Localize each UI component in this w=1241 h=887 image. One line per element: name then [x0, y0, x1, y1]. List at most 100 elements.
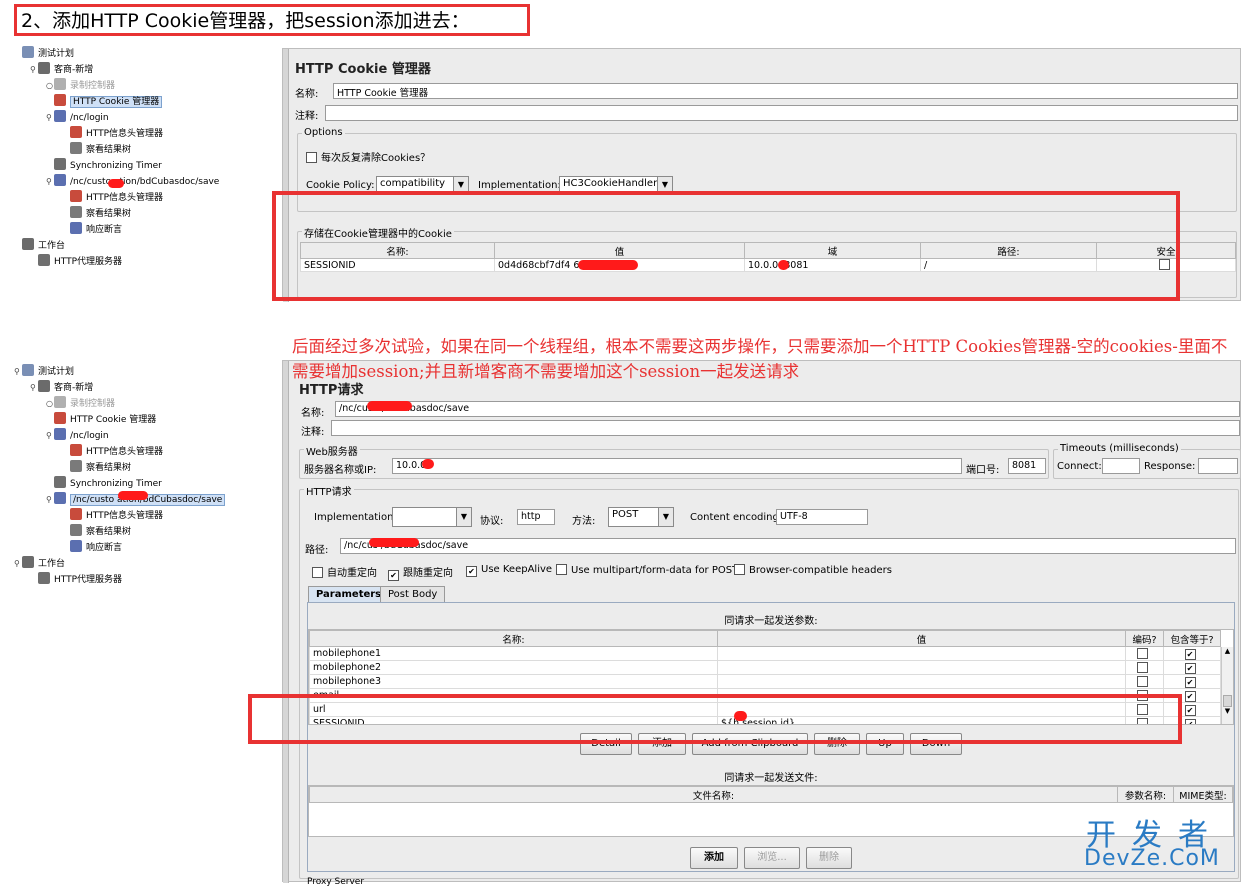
- checkbox-icon: ✔: [1184, 705, 1196, 716]
- param-encode-cell[interactable]: [1125, 674, 1164, 689]
- web-server-label: Web服务器: [304, 443, 360, 458]
- tree-node[interactable]: 察看结果树: [14, 524, 264, 540]
- param-include-cell[interactable]: ✔: [1163, 660, 1221, 675]
- option-checkbox[interactable]: Use multipart/form-data for POST: [556, 564, 738, 576]
- port-label: 端口号:: [966, 465, 1000, 476]
- tree-toggle-icon[interactable]: ⚲: [46, 174, 54, 190]
- tab-post-body[interactable]: Post Body: [380, 586, 446, 602]
- scroll-thumb[interactable]: [1223, 695, 1232, 707]
- cookie-policy-value: compatibility: [380, 178, 446, 189]
- tree-node[interactable]: 察看结果树: [14, 460, 264, 476]
- tree-toggle-icon[interactable]: ⚲: [14, 364, 22, 380]
- tree-toggle-icon[interactable]: ⚲: [30, 380, 38, 396]
- tree-node[interactable]: 响应断言: [14, 540, 264, 556]
- method-select[interactable]: POST ▼: [608, 507, 674, 527]
- tree-node[interactable]: HTTP代理服务器: [14, 254, 264, 270]
- header-manager-icon: [70, 190, 82, 202]
- option-checkbox[interactable]: Browser-compatible headers: [734, 564, 892, 576]
- cookie-comment-input[interactable]: [325, 105, 1238, 121]
- encoding-input[interactable]: UTF-8: [776, 509, 868, 525]
- panel-splitter[interactable]: [283, 361, 289, 883]
- param-encode-cell[interactable]: [1125, 660, 1164, 675]
- tree-node[interactable]: ⚲ 客商-新增: [14, 62, 264, 78]
- param-name-cell[interactable]: mobilephone2: [309, 660, 718, 675]
- param-value-cell[interactable]: [717, 660, 1126, 675]
- tree-node[interactable]: ⚲ 客商-新增: [14, 380, 264, 396]
- http-comment-input[interactable]: [331, 420, 1240, 436]
- http-name-input[interactable]: /nc/cus n/bdCubasdoc/save: [335, 401, 1240, 417]
- column-mime-type[interactable]: MIME类型:: [1173, 786, 1233, 803]
- param-include-cell[interactable]: ✔: [1163, 674, 1221, 689]
- tree-node[interactable]: Synchronizing Timer: [14, 476, 264, 492]
- tree-node[interactable]: HTTP信息头管理器: [14, 444, 264, 460]
- column-include-equals[interactable]: 包含等于?: [1163, 630, 1221, 647]
- tree-toggle-icon[interactable]: ○: [46, 396, 54, 412]
- param-encode-cell[interactable]: [1125, 646, 1164, 661]
- tree-node[interactable]: ⚲ 测试计划: [14, 364, 264, 380]
- option-checkbox[interactable]: 自动重定向: [312, 564, 377, 579]
- files-title: 同请求一起发送文件:: [724, 773, 818, 784]
- tab-parameters[interactable]: Parameters: [308, 586, 390, 602]
- tree-node-label: Synchronizing Timer: [70, 161, 162, 171]
- tree-node[interactable]: HTTP代理服务器: [14, 572, 264, 588]
- table-row[interactable]: mobilephone1 ✔: [309, 646, 1221, 661]
- column-param-name[interactable]: 参数名称:: [1117, 786, 1174, 803]
- tree-node[interactable]: HTTP Cookie 管理器: [14, 94, 264, 110]
- column-name[interactable]: 名称:: [309, 630, 718, 647]
- cookie-name-input[interactable]: HTTP Cookie 管理器: [333, 83, 1238, 99]
- tree-toggle-icon[interactable]: ⚲: [46, 492, 54, 508]
- param-name-cell[interactable]: mobilephone3: [309, 674, 718, 689]
- browse-file-button[interactable]: 浏览...: [744, 847, 800, 869]
- clear-each-iteration-checkbox[interactable]: 每次反复清除Cookies？: [306, 149, 430, 164]
- tree-node[interactable]: HTTP Cookie 管理器: [14, 412, 264, 428]
- protocol-input[interactable]: http: [517, 509, 555, 525]
- tree-node[interactable]: Synchronizing Timer: [14, 158, 264, 174]
- params-scrollbar[interactable]: ▲ ▼: [1221, 647, 1233, 724]
- tree-node[interactable]: 工作台: [14, 238, 264, 254]
- options-label: Options: [302, 127, 345, 138]
- tree-toggle-icon[interactable]: ⚲: [14, 556, 22, 572]
- http-request-panel: HTTP请求 名称: /nc/cus n/bdCubasdoc/save 注释:…: [282, 360, 1241, 887]
- http-impl-select[interactable]: ▼: [392, 507, 472, 527]
- option-checkbox[interactable]: ✔ Use KeepAlive: [466, 564, 552, 577]
- table-row[interactable]: mobilephone3 ✔: [309, 674, 1221, 689]
- tree-toggle-icon[interactable]: ⚲: [46, 110, 54, 126]
- tree-node[interactable]: ⚲ /nc/login: [14, 428, 264, 444]
- tree-toggle-icon[interactable]: ○: [46, 78, 54, 94]
- column-encode[interactable]: 编码?: [1125, 630, 1164, 647]
- tree-node[interactable]: ⚲ 工作台: [14, 556, 264, 572]
- param-value-cell[interactable]: [717, 646, 1126, 661]
- scroll-up-icon[interactable]: ▲: [1222, 647, 1233, 655]
- tree-node[interactable]: HTTP信息头管理器: [14, 190, 264, 206]
- tree-node[interactable]: ○ 录制控制器: [14, 396, 264, 412]
- param-value-cell[interactable]: [717, 674, 1126, 689]
- column-filename[interactable]: 文件名称:: [309, 786, 1118, 803]
- column-value[interactable]: 值: [717, 630, 1126, 647]
- tree-node[interactable]: ⚲ /nc/login: [14, 110, 264, 126]
- connect-timeout-input[interactable]: [1102, 458, 1140, 474]
- tree-node[interactable]: ⚲ /nc/custo ation/bdCubasdoc/save: [14, 174, 264, 190]
- header-manager-icon: [70, 444, 82, 456]
- tree-node[interactable]: HTTP信息头管理器: [14, 126, 264, 142]
- option-checkbox-label: 自动重定向: [327, 568, 377, 579]
- response-timeout-input[interactable]: [1198, 458, 1238, 474]
- server-input[interactable]: 10.0.0.: [392, 458, 962, 474]
- option-checkbox[interactable]: ✔ 跟随重定向: [388, 564, 453, 581]
- option-checkbox-label: Browser-compatible headers: [749, 565, 892, 576]
- tree-node[interactable]: ○ 录制控制器: [14, 78, 264, 94]
- tree-toggle-icon[interactable]: ⚲: [46, 428, 54, 444]
- tree-node[interactable]: 察看结果树: [14, 206, 264, 222]
- param-include-cell[interactable]: ✔: [1163, 646, 1221, 661]
- port-input[interactable]: 8081: [1008, 458, 1046, 474]
- tree-node[interactable]: 响应断言: [14, 222, 264, 238]
- table-row[interactable]: mobilephone2 ✔: [309, 660, 1221, 675]
- tree-node[interactable]: HTTP信息头管理器: [14, 508, 264, 524]
- path-input[interactable]: /nc/cus /bdCubasdoc/save: [340, 538, 1236, 554]
- tree-node[interactable]: 测试计划: [14, 46, 264, 62]
- add-file-button[interactable]: 添加: [690, 847, 738, 869]
- scroll-down-icon[interactable]: ▼: [1222, 707, 1233, 715]
- tree-node[interactable]: 察看结果树: [14, 142, 264, 158]
- delete-file-button[interactable]: 删除: [806, 847, 852, 869]
- tree-toggle-icon[interactable]: ⚲: [30, 62, 38, 78]
- param-name-cell[interactable]: mobilephone1: [309, 646, 718, 661]
